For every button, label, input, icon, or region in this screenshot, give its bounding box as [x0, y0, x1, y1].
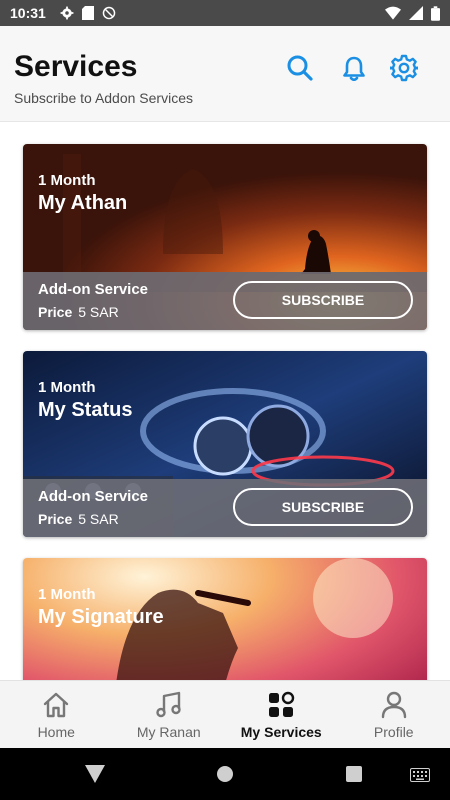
do-not-disturb-icon: [102, 6, 116, 20]
nav-item-my-ranan[interactable]: My Ranan: [113, 681, 226, 748]
subscribe-button[interactable]: SUBSCRIBE: [233, 488, 413, 526]
nav-label: My Ranan: [136, 723, 201, 740]
services-grid-icon: [269, 691, 295, 717]
search-icon[interactable]: [286, 54, 314, 82]
page-title: Services: [14, 50, 138, 83]
price-value: 5 SAR: [78, 511, 119, 527]
service-type-label: Add-on Service: [38, 281, 149, 298]
service-card-my-signature[interactable]: 1 Month My Signature: [23, 558, 427, 680]
nav-label: My Services: [240, 723, 322, 740]
service-card-my-status[interactable]: 1 Month My Status Add-on Service Price 5 …: [23, 351, 427, 537]
price-label: Price: [38, 511, 73, 527]
service-name: My Status: [38, 399, 133, 421]
price-row: Price 5 SAR: [38, 511, 119, 527]
system-nav-bar: [0, 748, 450, 800]
service-card-my-athan[interactable]: 1 Month My Athan Add-on Service Price 5 S…: [23, 144, 427, 330]
services-list: 1 Month My Athan Add-on Service Price 5 S…: [0, 122, 450, 680]
status-time: 10:31: [10, 5, 46, 21]
subscribe-button[interactable]: SUBSCRIBE: [233, 281, 413, 319]
nav-label: Home: [37, 723, 75, 740]
bell-icon[interactable]: [340, 54, 368, 82]
status-icons-left: [60, 6, 116, 20]
service-type-label: Add-on Service: [38, 488, 149, 505]
signal-icon: [409, 6, 423, 20]
battery-icon: [431, 5, 440, 21]
status-icons-right: [385, 5, 440, 21]
service-duration: 1 Month: [38, 379, 96, 396]
nav-label: Profile: [373, 723, 414, 740]
nav-item-my-services[interactable]: My Services: [225, 681, 338, 748]
home-icon: [44, 692, 69, 717]
wifi-icon: [385, 6, 401, 20]
profile-icon: [381, 691, 406, 718]
price-value: 5 SAR: [78, 304, 119, 320]
status-bar: 10:31: [0, 0, 450, 26]
service-name: My Athan: [38, 192, 128, 214]
recents-icon[interactable]: [345, 765, 363, 783]
home-circle-icon[interactable]: [216, 765, 234, 783]
sd-card-icon: [81, 6, 94, 20]
page-header: Services Subscribe to Addon Services: [0, 26, 450, 122]
service-footer: Add-on Service Price 5 SAR SUBSCRIBE: [23, 479, 427, 537]
service-name: My Signature: [38, 606, 164, 628]
price-row: Price 5 SAR: [38, 304, 119, 320]
service-footer: Add-on Service Price 5 SAR SUBSCRIBE: [23, 272, 427, 330]
back-icon[interactable]: [85, 765, 105, 783]
bottom-nav: Home My Ranan My Services Profile: [0, 680, 450, 748]
page-subtitle: Subscribe to Addon Services: [14, 90, 193, 106]
nav-item-profile[interactable]: Profile: [338, 681, 450, 748]
service-duration: 1 Month: [38, 172, 96, 189]
keyboard-icon[interactable]: [410, 768, 430, 782]
music-note-icon: [156, 691, 181, 717]
service-duration: 1 Month: [38, 586, 96, 603]
nav-item-home[interactable]: Home: [0, 681, 113, 748]
gear-icon: [60, 6, 74, 20]
settings-gear-icon[interactable]: [390, 54, 418, 82]
price-label: Price: [38, 304, 73, 320]
